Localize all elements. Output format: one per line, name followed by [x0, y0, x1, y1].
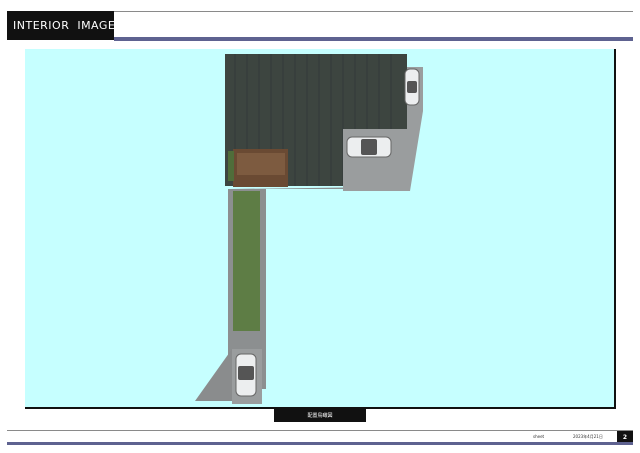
figure-caption: 配置鳥瞰図 [274, 409, 366, 422]
site-plan-rendering [195, 54, 423, 404]
page-title: INTERIOR IMAGE [7, 11, 115, 40]
deck-furniture [237, 153, 285, 175]
footer-accent-bar [7, 442, 633, 445]
car-icon [346, 136, 392, 158]
lawn-strip [233, 191, 260, 331]
header-accent-bar [114, 37, 633, 41]
footer-date: 2023年4月21日 [573, 434, 603, 439]
planting [228, 151, 234, 181]
car-icon [404, 68, 420, 106]
footer-rule [7, 430, 633, 431]
footer-left-label: sheet [533, 434, 545, 439]
car-icon [235, 353, 257, 397]
site-plan-image-frame [25, 49, 616, 409]
